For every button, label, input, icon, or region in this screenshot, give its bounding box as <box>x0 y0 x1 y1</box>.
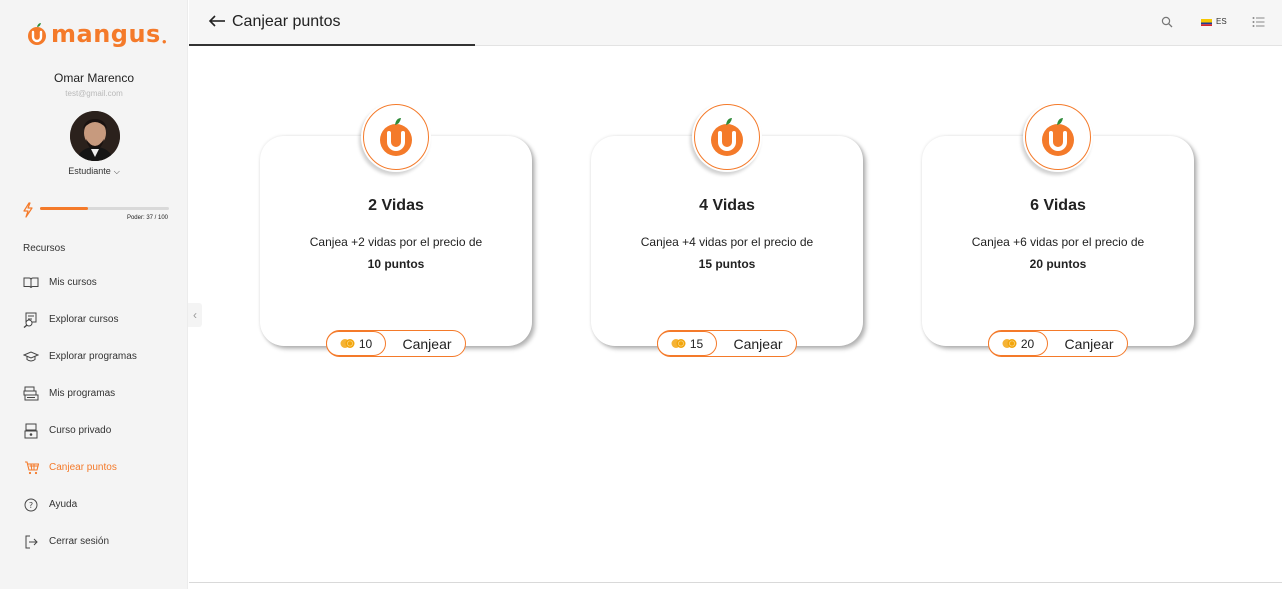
card-points: 15 puntos <box>698 257 756 271</box>
graduation-cap-icon <box>22 348 40 366</box>
cost-value: 10 <box>358 336 373 351</box>
colombia-flag-icon[interactable] <box>1201 19 1212 26</box>
coins-icon <box>671 339 686 348</box>
sidebar-item-explorar-programas[interactable]: Explorar programas <box>22 338 182 375</box>
reward-card-6-vidas: 6 Vidas Canjea +6 vidas por el precio de… <box>922 102 1194 357</box>
chevron-down-icon: ⌵ <box>113 167 120 176</box>
page-title: Canjear puntos <box>232 13 341 30</box>
card-title: 4 Vidas <box>699 197 755 214</box>
mangus-fruit-icon <box>380 118 412 156</box>
coins-icon <box>340 339 355 348</box>
card-badge <box>1023 102 1093 172</box>
sidebar: mangus ● Omar Marenco test@gmail.com Est… <box>0 0 188 589</box>
card-points: 10 puntos <box>367 257 425 271</box>
sidebar-item-mis-cursos[interactable]: Mis cursos <box>22 264 182 301</box>
sidebar-item-mis-programas[interactable]: Mis programas <box>22 375 182 412</box>
mangus-fruit-icon <box>1042 118 1074 156</box>
sidebar-item-label: Mis programas <box>49 388 116 399</box>
cart-icon <box>22 459 40 477</box>
brand-name: mangus <box>51 20 161 48</box>
top-bar: Canjear puntos ES <box>189 0 1282 46</box>
brand-logo[interactable]: mangus ● <box>27 18 167 50</box>
role-selector[interactable]: Estudiante ⌵ <box>0 166 188 177</box>
card-title: 6 Vidas <box>1030 197 1086 214</box>
private-course-icon <box>22 422 40 440</box>
sidebar-item-label: Explorar programas <box>49 351 137 362</box>
sidebar-item-explorar-cursos[interactable]: Explorar cursos <box>22 301 182 338</box>
card-description: Canjea +6 vidas por el precio de <box>971 235 1145 249</box>
power-meter: Poder: 37 / 100 <box>22 200 172 226</box>
sidebar-item-cerrar-sesion[interactable]: Cerrar sesión <box>22 523 182 560</box>
lightning-icon <box>23 202 33 218</box>
redeem-button[interactable]: 20 Canjear <box>988 330 1128 357</box>
cost-pill: 20 <box>988 331 1048 356</box>
avatar[interactable] <box>70 111 120 161</box>
sidebar-item-label: Mis cursos <box>49 277 97 288</box>
sidebar-item-label: Canjear puntos <box>49 462 117 473</box>
power-track <box>40 207 169 210</box>
sidebar-item-label: Explorar cursos <box>49 314 119 325</box>
sidebar-item-label: Ayuda <box>49 499 78 510</box>
redeem-button[interactable]: 10 Canjear <box>326 330 466 357</box>
card-points: 20 puntos <box>1029 257 1087 271</box>
explore-courses-icon <box>22 311 40 329</box>
logout-icon <box>22 533 40 551</box>
mangus-logo-icon <box>28 23 46 45</box>
user-name: Omar Marenco <box>53 71 135 85</box>
coins-icon <box>1002 339 1017 348</box>
svg-text:?: ? <box>29 501 33 510</box>
sidebar-item-curso-privado[interactable]: Curso privado <box>22 412 182 449</box>
sidebar-item-label: Cerrar sesión <box>49 536 110 547</box>
sidebar-menu: Mis cursos Explorar cursos Explorar prog… <box>22 264 182 560</box>
list-menu-icon[interactable] <box>1252 16 1265 28</box>
book-open-icon <box>22 274 40 292</box>
cost-pill: 15 <box>657 331 717 356</box>
cost-value: 15 <box>689 336 704 351</box>
sidebar-item-ayuda[interactable]: ? Ayuda <box>22 486 182 523</box>
mangus-fruit-icon <box>711 118 743 156</box>
footer-divider <box>189 582 1282 583</box>
role-label: Estudiante <box>68 166 111 176</box>
search-icon[interactable] <box>1161 16 1173 28</box>
sidebar-item-canjear-puntos[interactable]: Canjear puntos <box>22 449 182 486</box>
card-title: 2 Vidas <box>368 197 424 214</box>
power-fill <box>40 207 88 210</box>
redeem-label: Canjear <box>402 335 452 352</box>
title-underline <box>189 44 475 46</box>
books-stack-icon <box>22 385 40 403</box>
redeem-label: Canjear <box>1064 335 1114 352</box>
power-label: Poder: 37 / 100 <box>126 215 168 221</box>
language-code[interactable]: ES <box>1216 17 1227 26</box>
card-description: Canjea +4 vidas por el precio de <box>640 235 814 249</box>
sidebar-item-label: Curso privado <box>49 425 112 436</box>
help-circle-icon: ? <box>22 496 40 514</box>
sidebar-collapse-button[interactable]: ‹ <box>188 303 202 327</box>
redeem-button[interactable]: 15 Canjear <box>657 330 797 357</box>
cost-pill: 10 <box>326 331 386 356</box>
redeem-label: Canjear <box>733 335 783 352</box>
reward-card-4-vidas: 4 Vidas Canjea +4 vidas por el precio de… <box>591 102 863 357</box>
card-badge <box>692 102 762 172</box>
reward-card-2-vidas: 2 Vidas Canjea +2 vidas por el precio de… <box>260 102 532 357</box>
back-arrow-icon[interactable] <box>208 14 226 28</box>
section-title: Recursos <box>23 243 66 254</box>
card-description: Canjea +2 vidas por el precio de <box>309 235 483 249</box>
user-email: test@gmail.com <box>65 89 123 98</box>
card-badge <box>361 102 431 172</box>
brand-trademark-icon: ● <box>161 36 167 46</box>
chevron-left-icon: ‹ <box>193 308 197 322</box>
cost-value: 20 <box>1020 336 1035 351</box>
